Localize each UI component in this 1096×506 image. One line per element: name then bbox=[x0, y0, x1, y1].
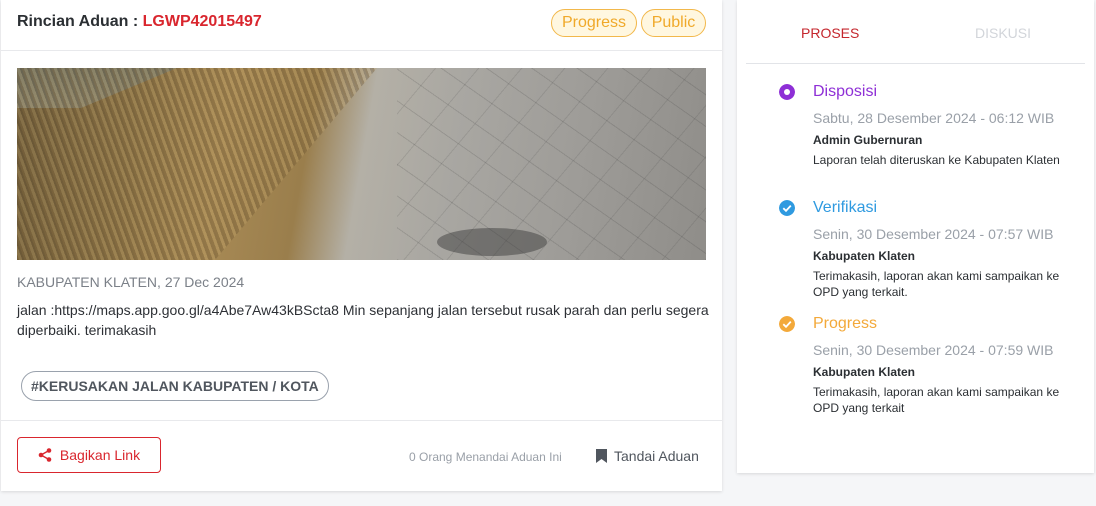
title-label: Rincian Aduan : bbox=[17, 13, 139, 30]
complaint-description: jalan :https://maps.app.goo.gl/a4Abe7Aw4… bbox=[17, 302, 709, 338]
bookmark-label: Tandai Aduan bbox=[614, 448, 699, 464]
check-circle-icon bbox=[779, 316, 795, 332]
share-link-button[interactable]: Bagikan Link bbox=[17, 437, 161, 473]
tab-bar: PROSES DISKUSI bbox=[746, 0, 1085, 64]
timeline-status: Progress bbox=[813, 315, 878, 332]
tab-diskusi[interactable]: DISKUSI bbox=[975, 25, 1031, 41]
share-icon bbox=[38, 448, 52, 462]
bookmark-icon bbox=[596, 449, 607, 463]
check-circle-icon bbox=[779, 200, 795, 216]
bookmark-button[interactable]: Tandai Aduan bbox=[596, 448, 699, 464]
status-badge-progress: Progress bbox=[551, 9, 637, 37]
card-header: Rincian Aduan : LGWP42015497 Progress Pu… bbox=[1, 0, 722, 51]
timeline-message: Terimakasih, laporan akan kami sampaikan… bbox=[813, 385, 1060, 415]
complaint-photo[interactable] bbox=[17, 68, 706, 260]
complaint-meta: KABUPATEN KLATEN, 27 Dec 2024 bbox=[17, 274, 245, 290]
marked-count: 0 Orang Menandai Aduan Ini bbox=[409, 450, 562, 464]
timeline-status: Verifikasi bbox=[813, 199, 878, 216]
timeline-actor: Admin Gubernuran bbox=[813, 133, 923, 147]
timeline-message: Terimakasih, laporan akan kami sampaikan… bbox=[813, 269, 1060, 299]
timeline-date: Senin, 30 Desember 2024 - 07:57 WIB bbox=[813, 226, 1054, 242]
timeline-status: Disposisi bbox=[813, 83, 878, 100]
timeline-message: Laporan telah diteruskan ke Kabupaten Kl… bbox=[813, 153, 1060, 167]
category-tag[interactable]: #KERUSAKAN JALAN KABUPATEN / KOTA bbox=[21, 371, 329, 401]
page-title: Rincian Aduan : LGWP42015497 bbox=[17, 13, 262, 31]
dot-circle-icon bbox=[779, 84, 795, 100]
share-link-label: Bagikan Link bbox=[59, 447, 141, 463]
timeline-date: Sabtu, 28 Desember 2024 - 06:12 WIB bbox=[813, 110, 1055, 126]
process-card: PROSES DISKUSI Disposisi Sabtu, 28 Desem… bbox=[737, 0, 1094, 473]
complaint-code: LGWP42015497 bbox=[142, 13, 262, 30]
complaint-detail-card: Rincian Aduan : LGWP42015497 Progress Pu… bbox=[1, 0, 722, 491]
timeline-date: Senin, 30 Desember 2024 - 07:59 WIB bbox=[813, 342, 1054, 358]
tab-proses[interactable]: PROSES bbox=[801, 25, 859, 41]
status-badge-public: Public bbox=[641, 9, 706, 37]
timeline-actor: Kabupaten Klaten bbox=[813, 365, 916, 379]
card-footer: Bagikan Link 0 Orang Menandai Aduan Ini … bbox=[1, 420, 722, 492]
timeline-actor: Kabupaten Klaten bbox=[813, 249, 916, 263]
